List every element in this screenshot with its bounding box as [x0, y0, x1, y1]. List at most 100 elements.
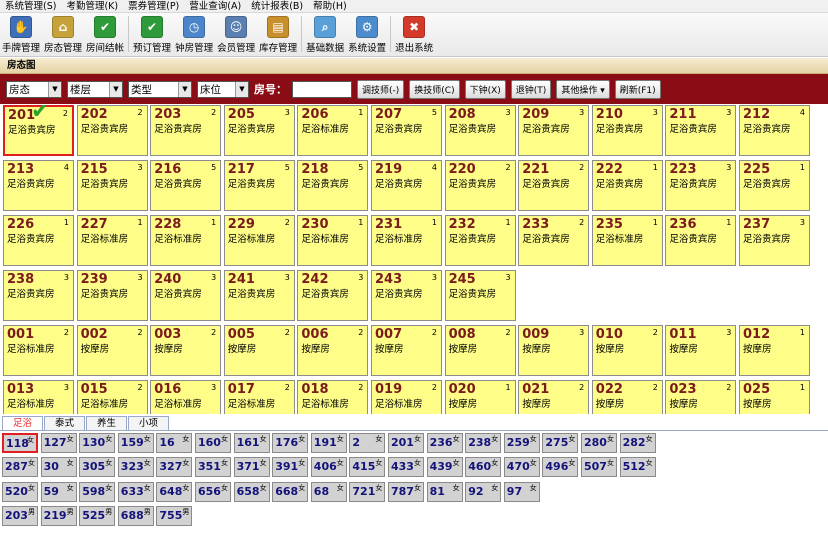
- menu-item[interactable]: 票券管理(P): [123, 0, 184, 13]
- room-card[interactable]: 025 1 按摩房: [739, 380, 810, 414]
- toolbar-button-5[interactable]: ◷ 钟房管理: [173, 12, 215, 56]
- technician-card[interactable]: 287 女: [2, 457, 38, 478]
- technician-card[interactable]: 203 男: [2, 505, 38, 526]
- room-card[interactable]: 008 2 按摩房: [444, 325, 516, 376]
- technician-card[interactable]: 323 女: [117, 457, 154, 478]
- technician-card[interactable]: 656 女: [195, 481, 231, 502]
- technician-card[interactable]: 238 女: [465, 433, 502, 453]
- menu-item[interactable]: 帮助(H): [308, 0, 352, 13]
- technician-card[interactable]: 127 女: [40, 433, 77, 453]
- room-card[interactable]: 208 3 足浴贵宾房: [444, 105, 516, 156]
- filter-select[interactable]: 房态 ▼: [6, 80, 62, 98]
- room-card[interactable]: 232 1 足浴贵宾房: [444, 215, 516, 266]
- technician-card[interactable]: 439 女: [426, 457, 463, 478]
- room-card[interactable]: 005 2 按摩房: [223, 325, 295, 376]
- room-card[interactable]: 245 3 足浴贵宾房: [444, 270, 516, 321]
- technician-card[interactable]: 648 女: [156, 481, 193, 502]
- technician-card[interactable]: 201 女: [388, 433, 424, 453]
- room-card[interactable]: 007 2 按摩房: [371, 325, 442, 376]
- technician-card[interactable]: 118 女: [2, 433, 38, 453]
- tab-3[interactable]: 养生: [86, 416, 128, 430]
- room-card[interactable]: 017 2 足浴标准房: [223, 380, 295, 414]
- technician-card[interactable]: 721 女: [349, 481, 386, 502]
- technician-card[interactable]: 275 女: [542, 433, 579, 453]
- room-card[interactable]: 012 1 按摩房: [739, 325, 810, 376]
- filter-action-button[interactable]: 其他操作 ▾: [556, 79, 610, 99]
- room-card[interactable]: 020 1 按摩房: [444, 380, 516, 414]
- technician-card[interactable]: 406 女: [310, 457, 347, 478]
- tab-2[interactable]: 泰式: [44, 416, 86, 430]
- room-card[interactable]: 001 2 足浴标准房: [3, 325, 74, 376]
- toolbar-button-3[interactable]: ✔ 房间结帐: [84, 12, 126, 56]
- room-card[interactable]: 022 2 按摩房: [591, 380, 663, 414]
- room-card[interactable]: 226 1 足浴贵宾房: [3, 215, 74, 266]
- technician-card[interactable]: 391 女: [272, 457, 309, 478]
- toolbar-button-10[interactable]: ✖ 退出系统: [393, 12, 435, 56]
- room-card[interactable]: 019 2 足浴标准房: [371, 380, 442, 414]
- room-card[interactable]: 223 3 足浴贵宾房: [665, 160, 737, 211]
- room-card[interactable]: 228 1 足浴标准房: [150, 215, 222, 266]
- room-card[interactable]: 210 3 足浴贵宾房: [591, 105, 663, 156]
- technician-card[interactable]: 351 女: [195, 457, 231, 478]
- technician-card[interactable]: 525 男: [79, 505, 116, 526]
- room-card[interactable]: 213 4 足浴贵宾房: [3, 160, 74, 211]
- room-card[interactable]: 205 3 足浴贵宾房: [223, 105, 295, 156]
- technician-card[interactable]: 160 女: [195, 433, 231, 453]
- room-card[interactable]: 230 1 足浴标准房: [297, 215, 369, 266]
- toolbar-button-8[interactable]: ⌕ 基础数据: [304, 12, 346, 56]
- room-card[interactable]: 227 1 足浴标准房: [76, 215, 148, 266]
- room-card[interactable]: 209 3 足浴贵宾房: [518, 105, 590, 156]
- room-number-input[interactable]: [292, 80, 352, 98]
- room-card[interactable]: 220 2 足浴贵宾房: [444, 160, 516, 211]
- technician-card[interactable]: 59 女: [40, 481, 77, 502]
- room-card[interactable]: 201 2 足浴贵宾房 ✔: [3, 105, 74, 156]
- technician-card[interactable]: 688 男: [117, 505, 154, 526]
- technician-card[interactable]: 371 女: [233, 457, 270, 478]
- technician-card[interactable]: 92 女: [465, 481, 502, 502]
- menu-item[interactable]: 营业查询(A): [184, 0, 246, 13]
- room-card[interactable]: 010 2 按摩房: [591, 325, 663, 376]
- room-card[interactable]: 238 3 足浴贵宾房: [3, 270, 74, 321]
- room-card[interactable]: 202 2 足浴贵宾房: [76, 105, 148, 156]
- technician-card[interactable]: 658 女: [233, 481, 270, 502]
- technician-card[interactable]: 81 女: [426, 481, 463, 502]
- filter-action-button[interactable]: 调技师(-): [357, 79, 405, 99]
- technician-card[interactable]: 30 女: [40, 457, 77, 478]
- room-card[interactable]: 006 2 按摩房: [297, 325, 369, 376]
- room-card[interactable]: 215 3 足浴贵宾房: [76, 160, 148, 211]
- menu-item[interactable]: 统计报表(B): [246, 0, 308, 13]
- tab-1[interactable]: 足浴: [2, 416, 44, 430]
- room-card[interactable]: 003 2 按摩房: [150, 325, 222, 376]
- technician-card[interactable]: 787 女: [388, 481, 424, 502]
- room-card[interactable]: 239 3 足浴贵宾房: [76, 270, 148, 321]
- technician-card[interactable]: 755 男: [156, 505, 193, 526]
- room-card[interactable]: 237 3 足浴贵宾房: [739, 215, 810, 266]
- technician-card[interactable]: 282 女: [619, 433, 656, 453]
- filter-action-button[interactable]: 刷新(F1): [614, 79, 661, 99]
- room-card[interactable]: 222 1 足浴贵宾房: [591, 160, 663, 211]
- room-card[interactable]: 217 5 足浴贵宾房: [223, 160, 295, 211]
- room-card[interactable]: 203 2 足浴贵宾房: [150, 105, 222, 156]
- filter-select[interactable]: 楼层 ▼: [67, 80, 123, 98]
- technician-card[interactable]: 507 女: [581, 457, 617, 478]
- filter-action-button[interactable]: 换技师(C): [409, 79, 460, 99]
- filter-select[interactable]: 类型 ▼: [128, 80, 192, 98]
- technician-card[interactable]: 512 女: [619, 457, 656, 478]
- technician-card[interactable]: 159 女: [117, 433, 154, 453]
- room-card[interactable]: 018 2 足浴标准房: [297, 380, 369, 414]
- room-card[interactable]: 002 2 按摩房: [76, 325, 148, 376]
- room-card[interactable]: 235 1 足浴标准房: [591, 215, 663, 266]
- technician-card[interactable]: 130 女: [79, 433, 116, 453]
- room-card[interactable]: 015 2 足浴标准房: [76, 380, 148, 414]
- technician-card[interactable]: 327 女: [156, 457, 193, 478]
- room-card[interactable]: 206 1 足浴标准房: [297, 105, 369, 156]
- technician-card[interactable]: 460 女: [465, 457, 502, 478]
- room-card[interactable]: 241 3 足浴贵宾房: [223, 270, 295, 321]
- room-card[interactable]: 219 4 足浴贵宾房: [371, 160, 442, 211]
- menu-item[interactable]: 考勤管理(K): [61, 0, 123, 13]
- technician-card[interactable]: 97 女: [503, 481, 540, 502]
- technician-card[interactable]: 236 女: [426, 433, 463, 453]
- technician-card[interactable]: 598 女: [79, 481, 116, 502]
- toolbar-button-6[interactable]: ☺ 会员管理: [215, 12, 257, 56]
- room-card[interactable]: 016 3 足浴标准房: [150, 380, 222, 414]
